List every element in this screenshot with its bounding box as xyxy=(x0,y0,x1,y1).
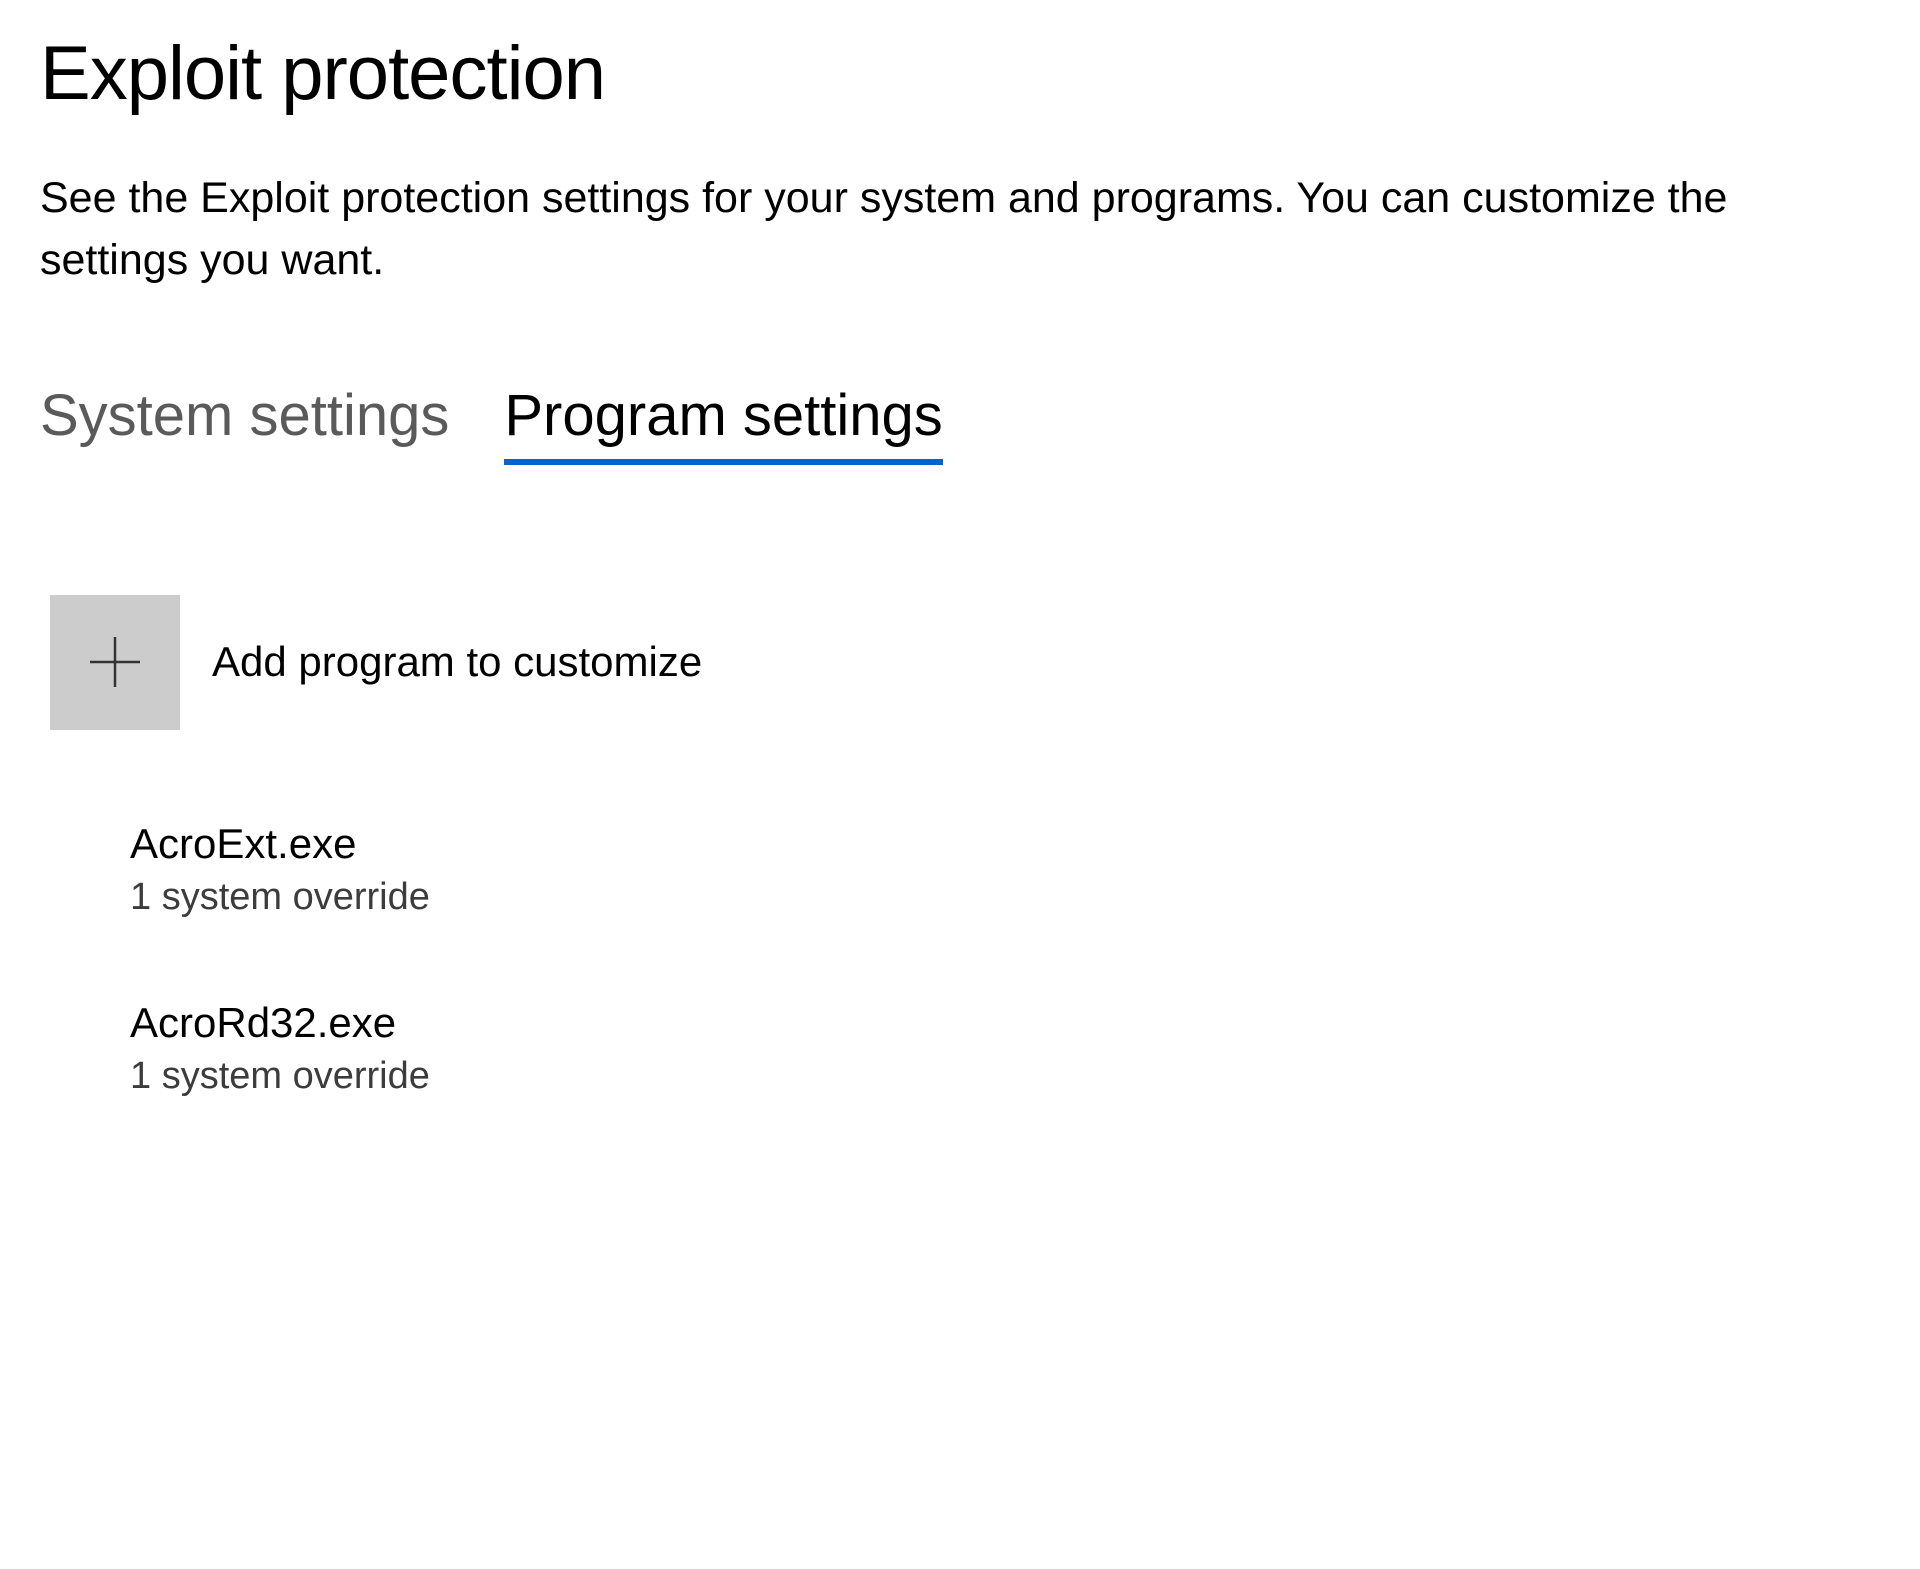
tabs-container: System settings Program settings xyxy=(40,382,1880,465)
list-item[interactable]: AcroRd32.exe 1 system override xyxy=(130,999,1880,1098)
program-subtitle: 1 system override xyxy=(130,1055,1880,1098)
program-subtitle: 1 system override xyxy=(130,876,1880,919)
tab-system-settings[interactable]: System settings xyxy=(40,382,449,465)
page-title: Exploit protection xyxy=(40,30,1880,117)
tab-program-settings[interactable]: Program settings xyxy=(504,382,942,465)
program-name: AcroRd32.exe xyxy=(130,999,1880,1047)
program-list: AcroExt.exe 1 system override AcroRd32.e… xyxy=(130,820,1880,1098)
plus-icon xyxy=(50,595,180,730)
page-description: See the Exploit protection settings for … xyxy=(40,167,1840,292)
program-name: AcroExt.exe xyxy=(130,820,1880,868)
add-program-button[interactable]: Add program to customize xyxy=(50,595,1880,730)
add-program-label: Add program to customize xyxy=(212,638,702,686)
list-item[interactable]: AcroExt.exe 1 system override xyxy=(130,820,1880,919)
